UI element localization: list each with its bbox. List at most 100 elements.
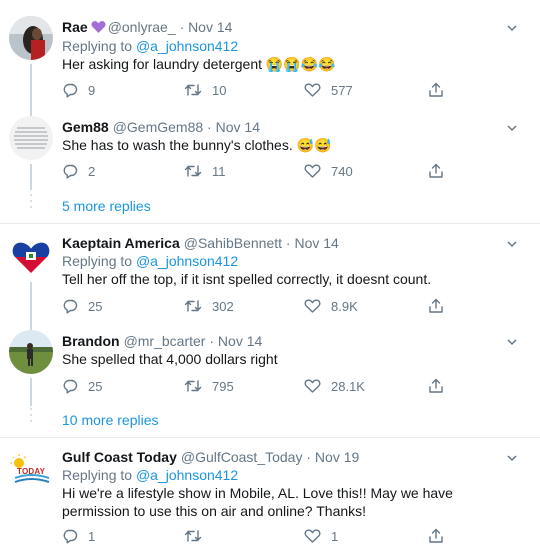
chevron-down-icon[interactable] [506, 451, 518, 463]
thread-line [30, 164, 32, 190]
show-more-replies-link[interactable]: 5 more replies [62, 197, 151, 215]
retweet-count: 11 [212, 163, 226, 179]
share-button[interactable] [428, 376, 444, 396]
chevron-down-icon[interactable] [506, 237, 518, 249]
like-icon [304, 529, 321, 543]
tweet-text: Her asking for laundry detergent 😭😭😂😂 [62, 56, 336, 72]
tweet-brandon[interactable]: Brandon @mr_bcarter · Nov 14 She spelled … [0, 324, 540, 406]
share-button[interactable] [428, 80, 444, 100]
tweet-date[interactable]: Nov 14 [216, 119, 260, 135]
share-icon [429, 378, 443, 393]
thread-line [30, 64, 32, 110]
user-handle[interactable]: @GemGem88 [113, 119, 203, 135]
reply-count: 25 [88, 378, 103, 394]
reply-icon [63, 83, 78, 98]
retweet-button[interactable]: 11 [184, 161, 226, 181]
reply-button[interactable]: 25 [62, 376, 102, 396]
retweet-button[interactable]: 302 [184, 296, 234, 316]
retweet-button[interactable] [184, 526, 212, 546]
replying-to-link[interactable]: @a_johnson412 [136, 38, 238, 54]
display-name[interactable]: Rae [62, 19, 88, 35]
share-icon [429, 528, 443, 543]
tweet-date[interactable]: Nov 19 [315, 449, 359, 465]
retweet-icon [184, 530, 202, 542]
tweet-kaeptain-america[interactable]: Kaeptain America @SahibBennett · Nov 14 R… [0, 224, 540, 324]
tweet-actions: 25 795 28.1K [62, 376, 502, 396]
display-name[interactable]: Gulf Coast Today [62, 449, 177, 465]
share-icon [429, 82, 443, 97]
replying-to-link[interactable]: @a_johnson412 [136, 467, 238, 483]
thread-line [30, 378, 32, 406]
tweet-header: Gem88 @GemGem88 · Nov 14 [62, 119, 260, 135]
display-name[interactable]: Gem88 [62, 119, 109, 135]
thread-line [30, 110, 32, 116]
tweet-gulf-coast-today[interactable]: TODAY Gulf Coast Today @GulfCoast_Today ·… [0, 438, 540, 551]
like-icon [304, 83, 321, 97]
chevron-down-icon[interactable] [506, 121, 518, 133]
reply-icon [63, 164, 78, 179]
like-count: 740 [331, 163, 353, 179]
avatar[interactable] [9, 330, 53, 374]
tweet-date[interactable]: Nov 14 [188, 19, 232, 35]
retweet-count: 302 [212, 298, 234, 314]
like-button[interactable]: 28.1K [304, 376, 365, 396]
tweet-actions: 9 10 577 [62, 80, 502, 100]
retweet-button[interactable]: 10 [184, 80, 226, 100]
tweet-text: She spelled that 4,000 dollars right [62, 351, 278, 367]
user-handle[interactable]: @onlyrae_ [108, 19, 176, 35]
like-button[interactable]: 8.9K [304, 296, 358, 316]
like-button[interactable]: 577 [304, 80, 353, 100]
tweet-actions: 1 1 [62, 526, 502, 546]
thread-line [30, 324, 32, 330]
reply-button[interactable]: 25 [62, 296, 102, 316]
tweet-actions: 25 302 8.9K [62, 296, 502, 316]
like-icon [304, 379, 321, 393]
tweet-date[interactable]: Nov 14 [218, 333, 262, 349]
retweet-icon [184, 380, 202, 392]
tweet-date[interactable]: Nov 14 [294, 235, 338, 251]
share-button[interactable] [428, 526, 444, 546]
share-button[interactable] [428, 296, 444, 316]
retweet-count: 10 [212, 82, 227, 98]
purple-heart-icon [91, 20, 106, 38]
tweet-gem88[interactable]: Gem88 @GemGem88 · Nov 14 She has to wash … [0, 110, 540, 190]
retweet-icon [184, 84, 202, 96]
tweet-header: Kaeptain America @SahibBennett · Nov 14 [62, 235, 339, 251]
tweet-rae[interactable]: Rae @onlyrae_ · Nov 14 Replying to @a_joh… [0, 0, 540, 110]
thread-line [30, 282, 32, 324]
like-button[interactable]: 740 [304, 161, 353, 181]
replying-to: Replying to @a_johnson412 [62, 253, 239, 269]
retweet-count: 795 [212, 378, 234, 394]
avatar[interactable]: TODAY [9, 448, 53, 492]
tweet-actions: 2 11 740 [62, 161, 502, 181]
avatar[interactable] [9, 116, 53, 160]
show-more-replies-link[interactable]: 10 more replies [62, 411, 159, 429]
reply-button[interactable]: 9 [62, 80, 95, 100]
display-name[interactable]: Kaeptain America [62, 235, 180, 251]
avatar[interactable] [9, 234, 53, 278]
retweet-icon [184, 300, 202, 312]
tweet-text: She has to wash the bunny's clothes. 😅😅 [62, 137, 332, 153]
user-handle[interactable]: @mr_bcarter [124, 333, 206, 349]
thread-dots [29, 408, 33, 426]
tweet-header: Gulf Coast Today @GulfCoast_Today · Nov 1… [62, 449, 360, 465]
reply-count: 1 [88, 528, 96, 544]
like-button[interactable]: 1 [304, 526, 338, 546]
chevron-down-icon[interactable] [506, 21, 518, 33]
like-count: 28.1K [331, 378, 365, 394]
like-count: 8.9K [331, 298, 358, 314]
user-handle[interactable]: @SahibBennett [184, 235, 282, 251]
reply-button[interactable]: 2 [62, 161, 95, 181]
avatar[interactable] [9, 16, 53, 60]
tweet-header: Rae @onlyrae_ · Nov 14 [62, 18, 232, 38]
display-name[interactable]: Brandon [62, 333, 120, 349]
share-button[interactable] [428, 161, 444, 181]
user-handle[interactable]: @GulfCoast_Today [181, 449, 303, 465]
reply-icon [63, 299, 78, 314]
thread-dots [29, 194, 33, 212]
retweet-button[interactable]: 795 [184, 376, 234, 396]
replying-to-link[interactable]: @a_johnson412 [136, 253, 238, 269]
chevron-down-icon[interactable] [506, 335, 518, 347]
retweet-icon [184, 165, 202, 177]
reply-button[interactable]: 1 [62, 526, 95, 546]
